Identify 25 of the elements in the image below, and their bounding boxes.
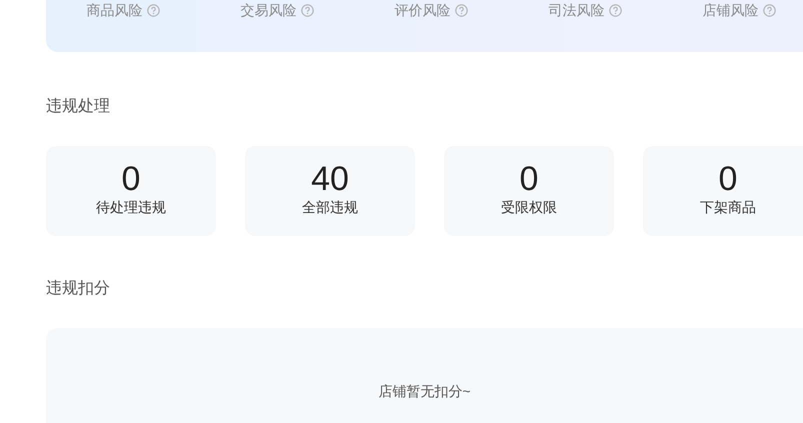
stat-value: 0 bbox=[122, 160, 140, 198]
help-icon[interactable] bbox=[300, 4, 314, 16]
risk-category-label[interactable]: 评价风险 bbox=[394, 1, 450, 19]
risk-category-label[interactable]: 司法风险 bbox=[548, 1, 604, 19]
stat-card[interactable]: 0 待处理违规 bbox=[46, 146, 216, 236]
stat-value: 0 bbox=[520, 160, 538, 198]
section-title: 违规处理 bbox=[46, 96, 111, 117]
stat-label: 全部违规 bbox=[302, 198, 358, 216]
help-icon[interactable] bbox=[146, 4, 160, 16]
stat-label: 下架商品 bbox=[700, 198, 756, 216]
stat-card[interactable]: 40 全部违规 bbox=[245, 146, 415, 236]
stat-label: 受限权限 bbox=[501, 198, 557, 216]
stat-value: 40 bbox=[311, 160, 349, 198]
stat-card[interactable]: 0 下架商品 bbox=[643, 146, 803, 236]
risk-category-label[interactable]: 店铺风险 bbox=[702, 1, 758, 19]
stat-label: 待处理违规 bbox=[96, 198, 166, 216]
help-icon[interactable] bbox=[454, 4, 468, 16]
stat-value: 0 bbox=[718, 160, 738, 198]
risk-category-label[interactable]: 商品风险 bbox=[86, 1, 142, 19]
help-icon[interactable] bbox=[762, 4, 776, 16]
empty-message: 店铺暂无扣分~ bbox=[378, 382, 471, 401]
help-icon[interactable] bbox=[608, 4, 622, 16]
section-title: 违规扣分 bbox=[46, 278, 111, 299]
stat-card[interactable]: 0 受限权限 bbox=[444, 146, 614, 236]
risk-category-label[interactable]: 交易风险 bbox=[240, 1, 296, 19]
